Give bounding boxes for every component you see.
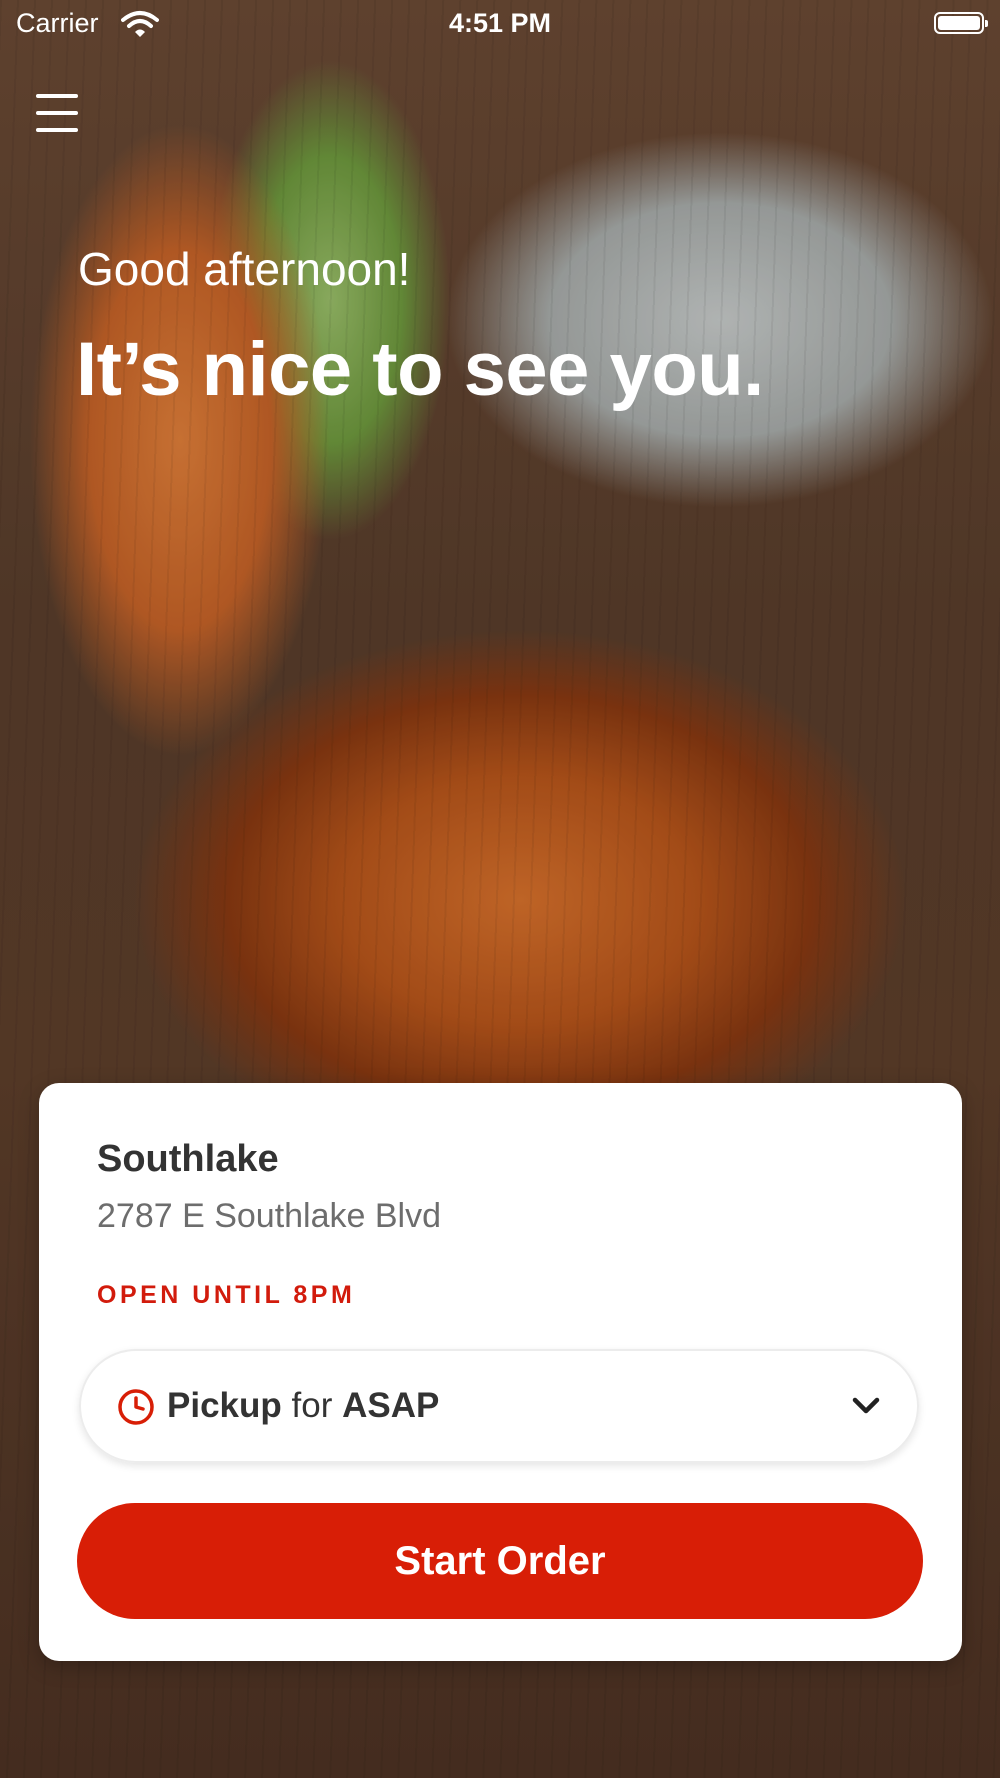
store-hours: OPEN UNTIL 8PM <box>97 1281 356 1309</box>
order-mode-time: ASAP <box>342 1386 440 1425</box>
headline-text: It’s nice to see you. <box>76 327 764 412</box>
store-name: Southlake <box>97 1138 279 1180</box>
status-bar: Carrier 4:51 PM <box>0 0 1000 50</box>
store-card: Southlake 2787 E Southlake Blvd OPEN UNT… <box>39 1083 962 1661</box>
status-time: 4:51 PM <box>448 8 552 38</box>
menu-icon[interactable] <box>36 94 78 132</box>
start-order-button[interactable]: Start Order <box>77 1503 923 1619</box>
menu-icon-line <box>36 94 78 98</box>
order-mode-type: Pickup <box>167 1386 282 1425</box>
store-address: 2787 E Southlake Blvd <box>97 1197 442 1235</box>
order-mode-connector: for <box>291 1386 333 1425</box>
order-mode-text: Pickup for ASAP <box>167 1386 439 1426</box>
clock-icon <box>118 1389 154 1425</box>
order-mode-selector[interactable]: Pickup for ASAP <box>79 1349 919 1463</box>
menu-icon-line <box>36 128 78 132</box>
greeting-text: Good afternoon! <box>78 243 411 295</box>
menu-icon-line <box>36 111 78 115</box>
battery-icon <box>934 12 988 34</box>
chevron-down-icon <box>852 1397 880 1414</box>
